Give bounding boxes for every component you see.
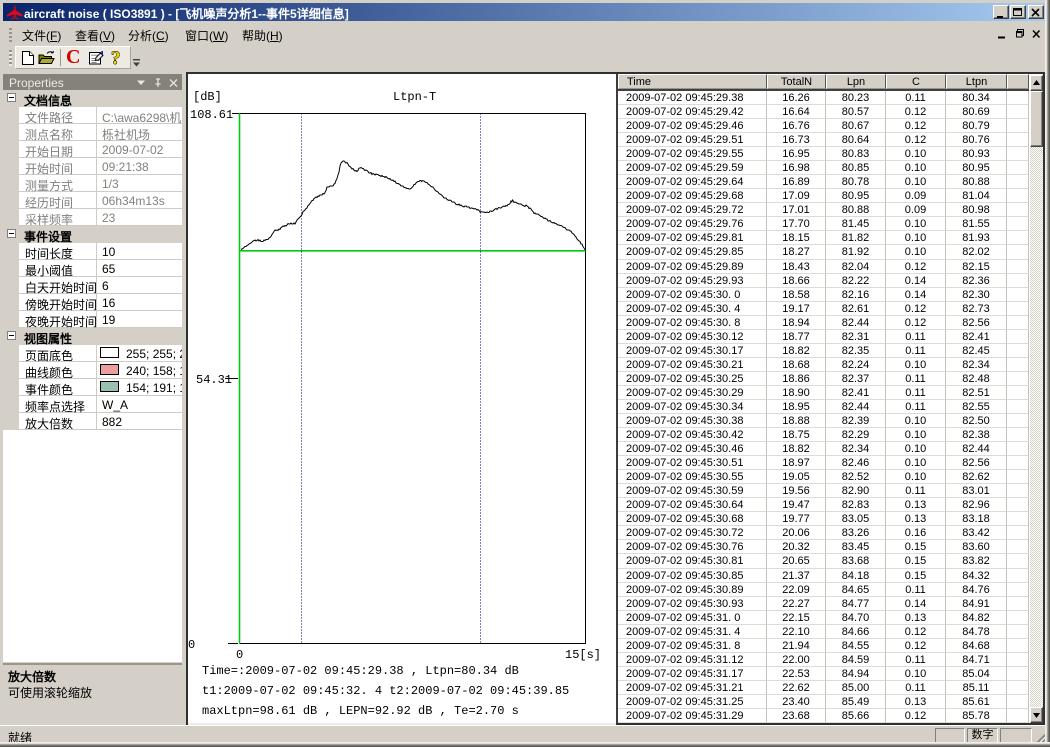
svg-text:0: 0 xyxy=(188,638,195,652)
svg-text:maxLtpn=98.61 dB , LEPN=92.92: maxLtpn=98.61 dB , LEPN=92.92 dB , Te=2.… xyxy=(202,704,519,718)
svg-text:?: ? xyxy=(111,49,121,67)
svg-text:0: 0 xyxy=(236,648,243,662)
svg-text:Time=:2009-07-02 09:45:29.38 ,: Time=:2009-07-02 09:45:29.38 , Ltpn=80.3… xyxy=(202,664,519,678)
svg-text:54.31: 54.31 xyxy=(196,373,232,387)
svg-text:t1:2009-07-02 09:45:32. 4 t2:2: t1:2009-07-02 09:45:32. 4 t2:2009-07-02 … xyxy=(202,684,569,698)
svg-text:[dB]: [dB] xyxy=(193,90,222,104)
svg-text:108.61: 108.61 xyxy=(190,108,233,122)
svg-text:15[s]: 15[s] xyxy=(565,648,601,662)
svg-text:Ltpn-T: Ltpn-T xyxy=(393,90,436,104)
